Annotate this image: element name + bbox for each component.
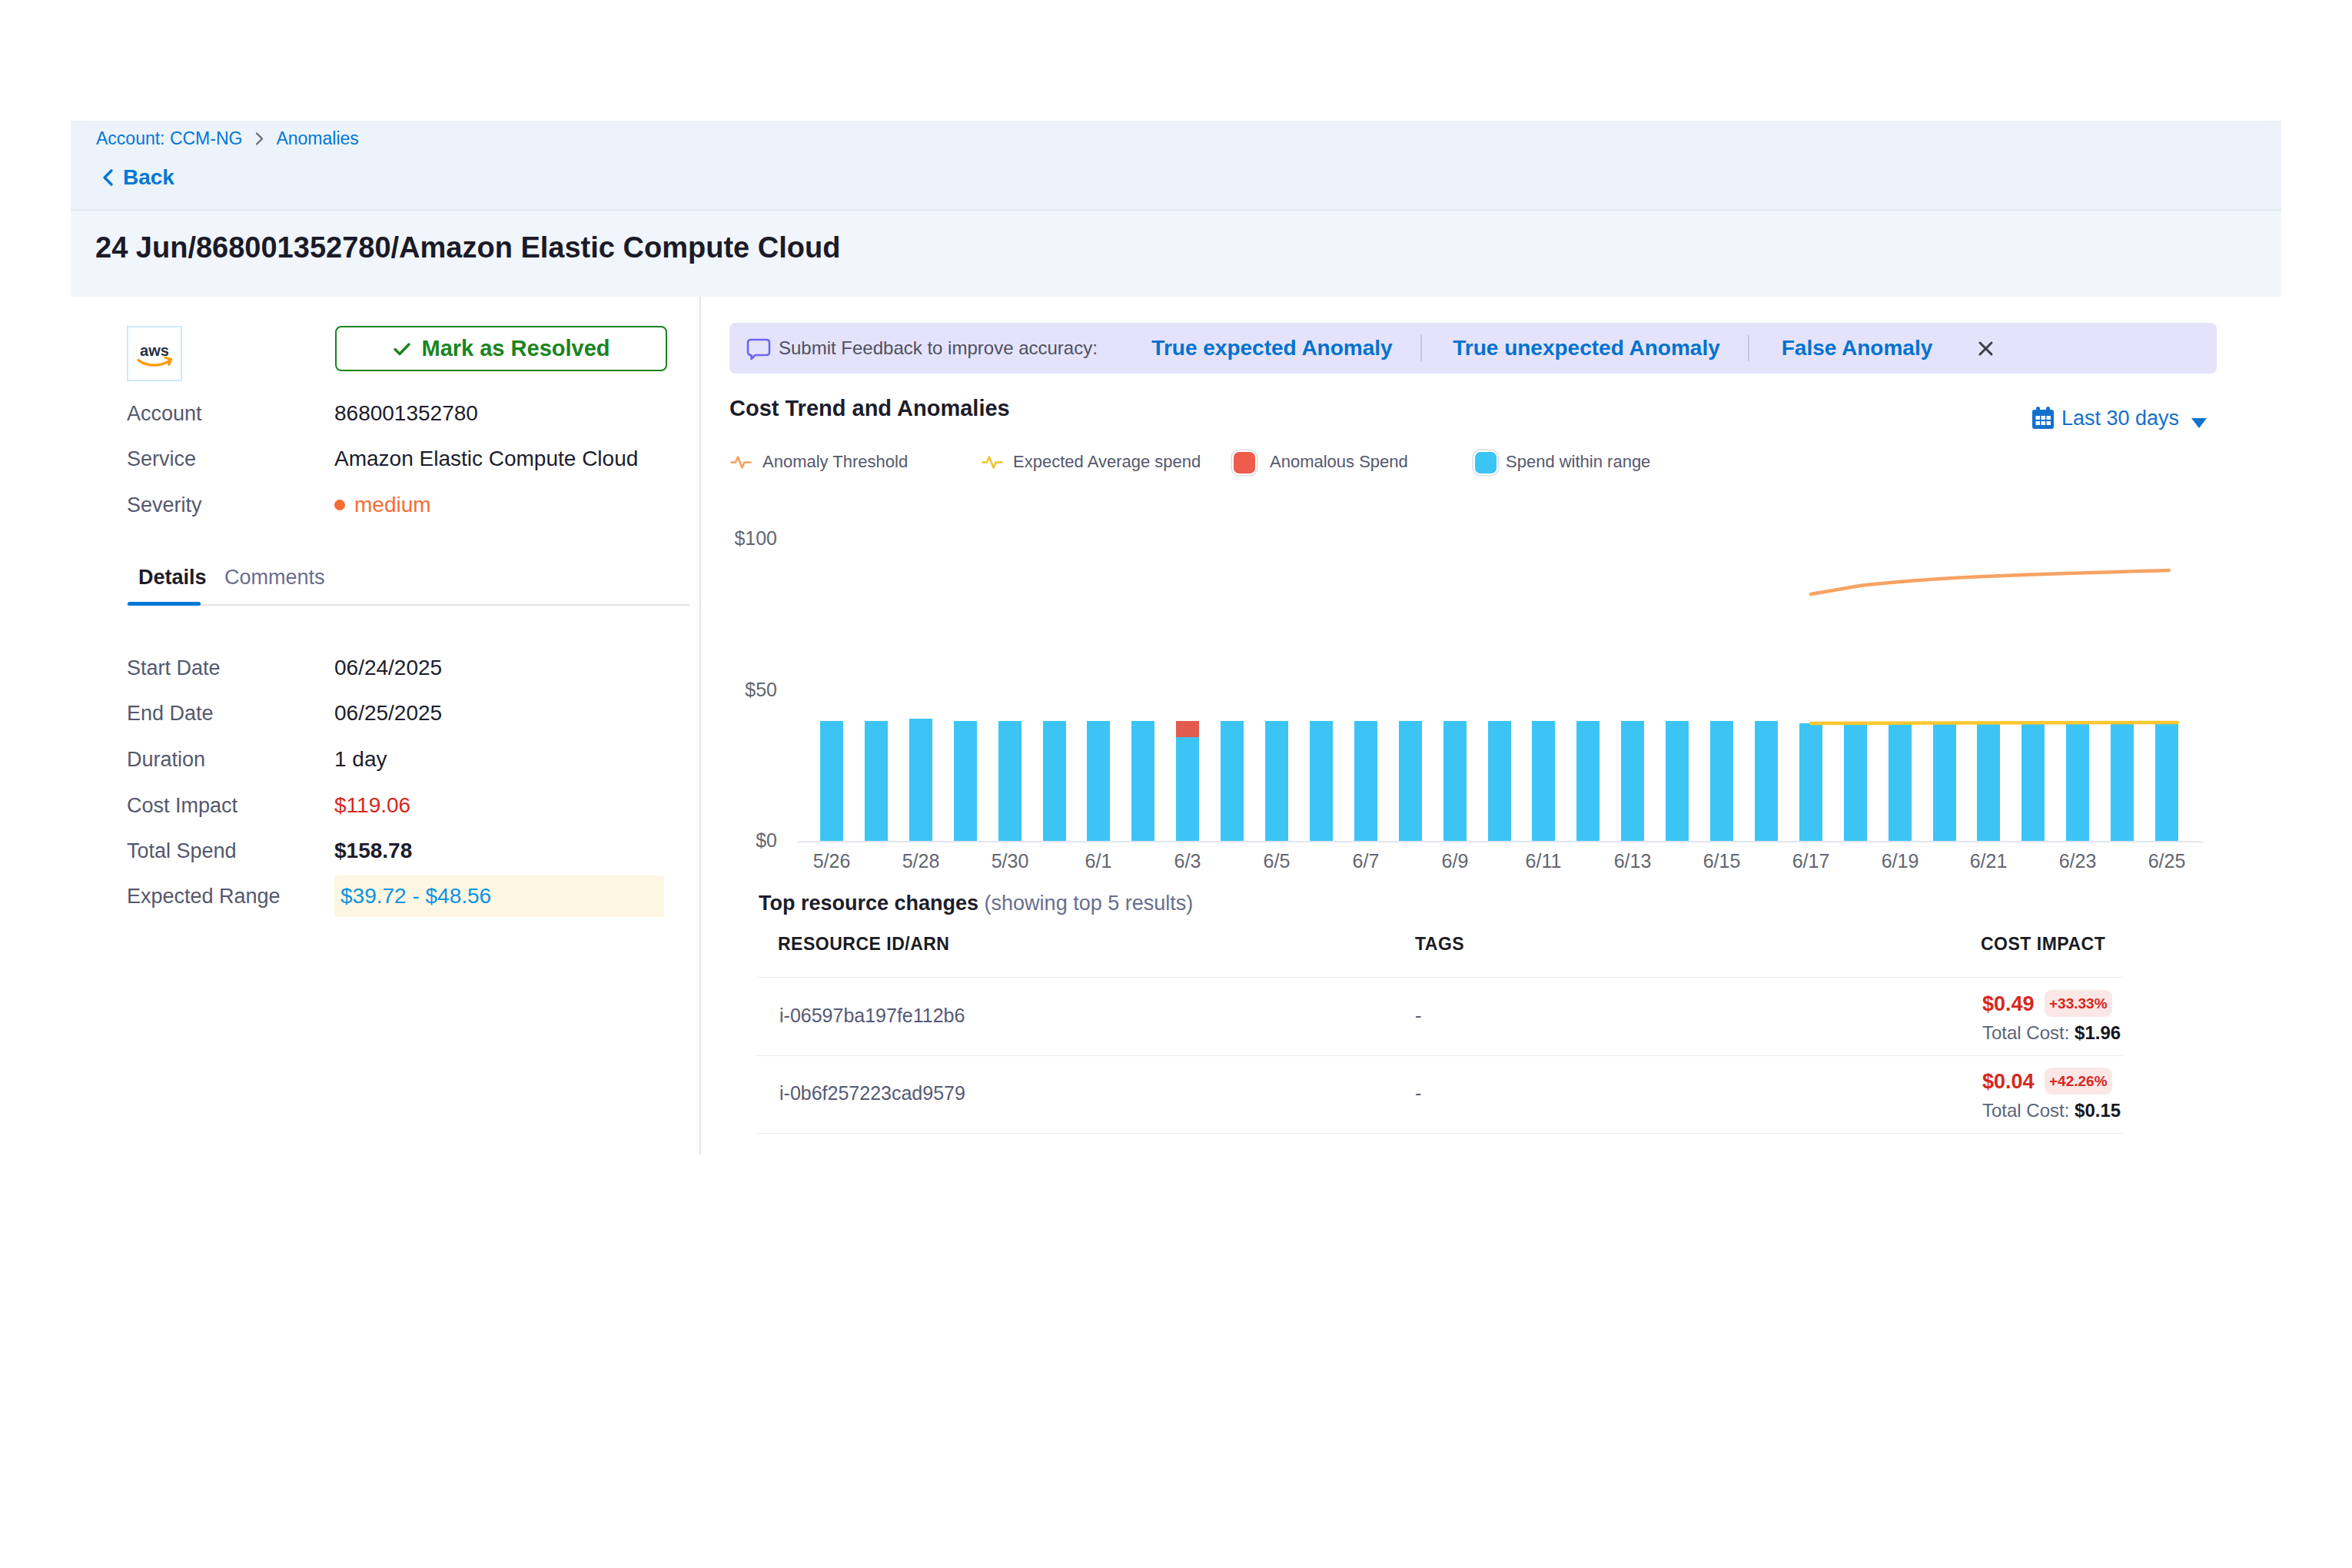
svg-text:aws: aws: [140, 342, 169, 359]
